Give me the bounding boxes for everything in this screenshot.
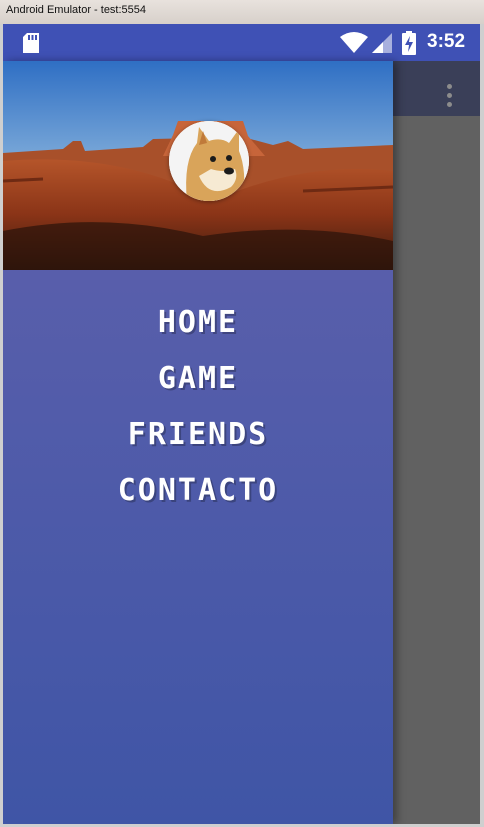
more-vert-icon[interactable] (443, 84, 455, 116)
menu-item-contacto[interactable]: CONTACTO (3, 463, 393, 519)
battery-charging-icon (401, 24, 417, 61)
cell-signal-icon (371, 24, 393, 61)
status-bar: 3:52 (3, 24, 480, 61)
drawer-menu: HOME GAME FRIENDS CONTACTO (3, 295, 393, 519)
menu-item-friends[interactable]: FRIENDS (3, 407, 393, 463)
sd-card-icon (19, 24, 43, 61)
window-title-bar[interactable]: Android Emulator - test:5554 (0, 0, 484, 25)
window-title: Android Emulator - test:5554 (6, 4, 147, 16)
navigation-drawer: HOME GAME FRIENDS CONTACTO (3, 61, 393, 824)
device-screen: 3:52 HOME GAME FRIENDS CONTACTO (3, 24, 480, 824)
clock: 3:52 (427, 31, 466, 52)
menu-item-home[interactable]: HOME (3, 295, 393, 351)
doge-avatar[interactable] (169, 121, 249, 201)
wifi-icon (340, 24, 368, 61)
drawer-header (3, 61, 393, 270)
menu-item-game[interactable]: GAME (3, 351, 393, 407)
